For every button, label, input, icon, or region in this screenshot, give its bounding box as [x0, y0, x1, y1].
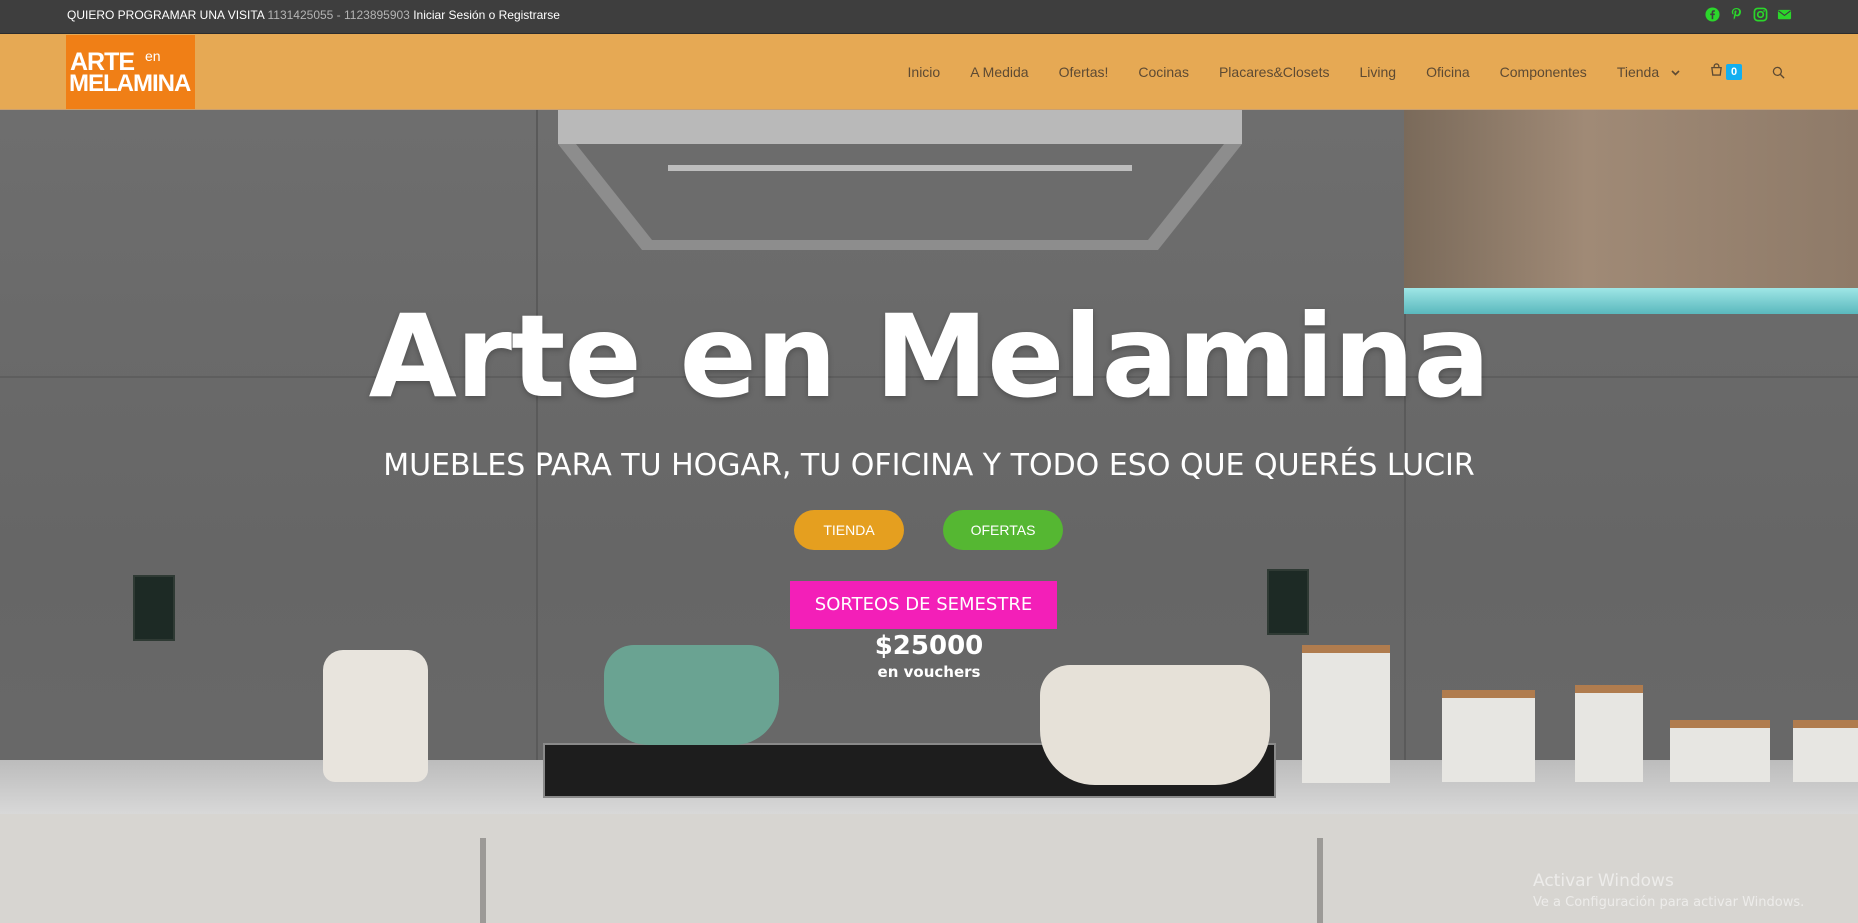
nav-item-living[interactable]: Living — [1359, 64, 1396, 80]
range-hood-image — [558, 110, 1242, 250]
cabinet-gap — [1317, 838, 1323, 923]
nav-item-a-medida[interactable]: A Medida — [970, 64, 1028, 80]
shopping-bag-icon — [1710, 63, 1723, 81]
windows-activation-watermark: Activar Windows Ve a Configuración para … — [1533, 870, 1804, 912]
logo-line-melamina: MELAMINA — [69, 70, 191, 97]
cart-count-badge: 0 — [1726, 64, 1742, 80]
watermark-title: Activar Windows — [1533, 871, 1674, 891]
hero-title: Arte en Melamina — [368, 290, 1491, 423]
nav-item-oficina[interactable]: Oficina — [1426, 64, 1470, 80]
social-links — [1705, 7, 1792, 22]
search-icon[interactable] — [1772, 66, 1785, 79]
envelope-icon[interactable] — [1777, 7, 1792, 22]
nav-item-tienda[interactable]: Tienda — [1617, 64, 1680, 80]
nav-item-componentes[interactable]: Componentes — [1500, 64, 1587, 80]
logo-line-en: en — [145, 48, 161, 64]
instagram-icon[interactable] — [1753, 7, 1768, 22]
main-nav: Inicio A Medida Ofertas! Cocinas Placare… — [908, 34, 1858, 110]
wall-outlet-image — [1267, 569, 1309, 635]
visit-text: QUIERO PROGRAMAR UNA VISITA — [67, 8, 265, 22]
chevron-down-icon — [1671, 68, 1680, 79]
facebook-icon[interactable] — [1705, 7, 1720, 22]
cabinet-gap — [480, 838, 486, 923]
topbar-contact: QUIERO PROGRAMAR UNA VISITA 1131425055 -… — [67, 8, 560, 22]
prize-amount: $25000 — [874, 631, 984, 661]
tienda-button[interactable]: TIENDA — [794, 510, 904, 550]
pinterest-icon[interactable] — [1729, 7, 1744, 22]
storage-jar-image — [1442, 690, 1535, 782]
prize-label: en vouchers — [877, 663, 981, 681]
top-bar: QUIERO PROGRAMAR UNA VISITA 1131425055 -… — [0, 0, 1858, 34]
login-link[interactable]: Iniciar Sesión — [413, 8, 485, 22]
white-pot-image — [1040, 665, 1270, 785]
nav-item-cocinas[interactable]: Cocinas — [1138, 64, 1189, 80]
watermark-text: Ve a Configuración para activar Windows. — [1533, 895, 1805, 910]
site-header: ARTE en MELAMINA Inicio A Medida Ofertas… — [0, 34, 1858, 110]
sorteos-button[interactable]: SORTEOS DE SEMESTRE — [790, 581, 1057, 629]
wood-cabinet-image — [1404, 110, 1858, 290]
hero-section: Arte en Melamina MUEBLES PARA TU HOGAR, … — [0, 110, 1858, 923]
site-logo[interactable]: ARTE en MELAMINA — [66, 35, 195, 109]
hero-subtitle: MUEBLES PARA TU HOGAR, TU OFICINA Y TODO… — [383, 448, 1475, 483]
nav-item-inicio[interactable]: Inicio — [908, 64, 941, 80]
storage-jar-image — [1575, 685, 1643, 782]
nav-item-placares-closets[interactable]: Placares&Closets — [1219, 64, 1330, 80]
or-text: o — [488, 8, 496, 22]
phone-numbers[interactable]: 1131425055 - 1123895903 — [268, 8, 410, 22]
storage-jar-image — [1670, 720, 1770, 782]
cart-button[interactable]: 0 — [1710, 63, 1742, 81]
ofertas-button[interactable]: OFERTAS — [943, 510, 1063, 550]
nav-item-tienda-label: Tienda — [1616, 64, 1660, 80]
register-link[interactable]: Registrarse — [499, 8, 560, 22]
nav-item-ofertas[interactable]: Ofertas! — [1059, 64, 1109, 80]
storage-jar-image — [1793, 720, 1858, 782]
